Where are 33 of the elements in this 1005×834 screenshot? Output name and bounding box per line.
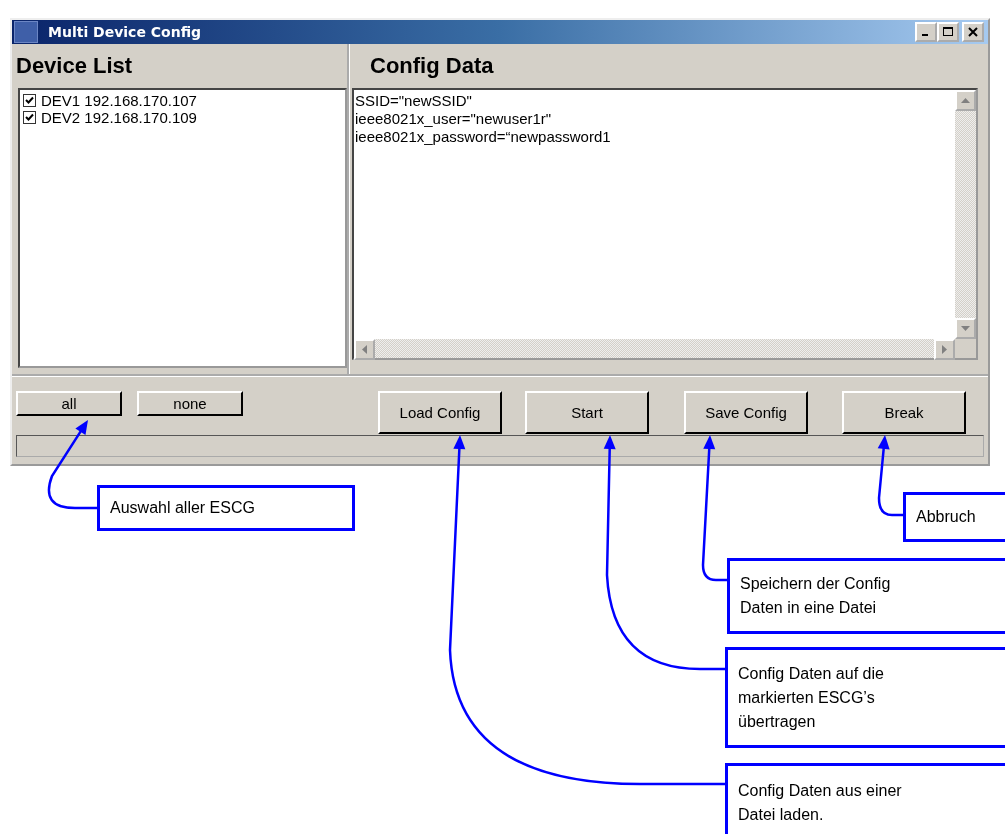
scroll-right-icon[interactable] [934,339,955,360]
close-button[interactable] [962,22,984,42]
push-button[interactable]: all [16,391,122,416]
maximize-icon [943,27,953,37]
horizontal-scrollbar[interactable] [354,339,955,358]
device-label: DEV1 192.168.170.107 [41,92,197,109]
minimize-button[interactable] [915,22,937,42]
device-label: DEV2 192.168.170.109 [41,109,197,126]
push-button[interactable]: none [137,391,243,416]
scroll-up-icon[interactable] [955,90,976,111]
app-icon [14,21,38,43]
panel-heading: Config Data [369,52,495,80]
minimize-icon [922,34,928,36]
push-button[interactable]: Break [842,391,966,434]
window-title: Multi Device Config [48,24,203,40]
callout-text: Config Daten aus einer Datei laden. [738,781,902,825]
callout-text: Auswahl aller ESCG [110,498,255,518]
push-button[interactable]: Save Config [684,391,808,434]
callout-text: Config Daten auf die markierten ESCG’s übertragen [738,663,884,732]
checkbox[interactable] [23,111,36,124]
push-button[interactable]: Load Config [378,391,502,434]
maximize-button[interactable] [937,22,959,42]
scroll-down-icon[interactable] [955,318,976,339]
close-icon [968,27,978,37]
panel-heading: Device List [15,52,134,80]
scrollbar-corner [955,339,976,358]
callout-text: Speichern der Config Daten in eine Datei [740,574,891,618]
device-listbox[interactable]: DEV1 192.168.170.107 DEV2 192.168.170.109 [18,88,347,368]
checkbox[interactable] [23,94,36,107]
vertical-scrollbar[interactable] [955,90,976,339]
callout-text: Abbruch [916,507,976,527]
scroll-left-icon[interactable] [354,339,375,360]
push-button[interactable]: Start [525,391,649,434]
